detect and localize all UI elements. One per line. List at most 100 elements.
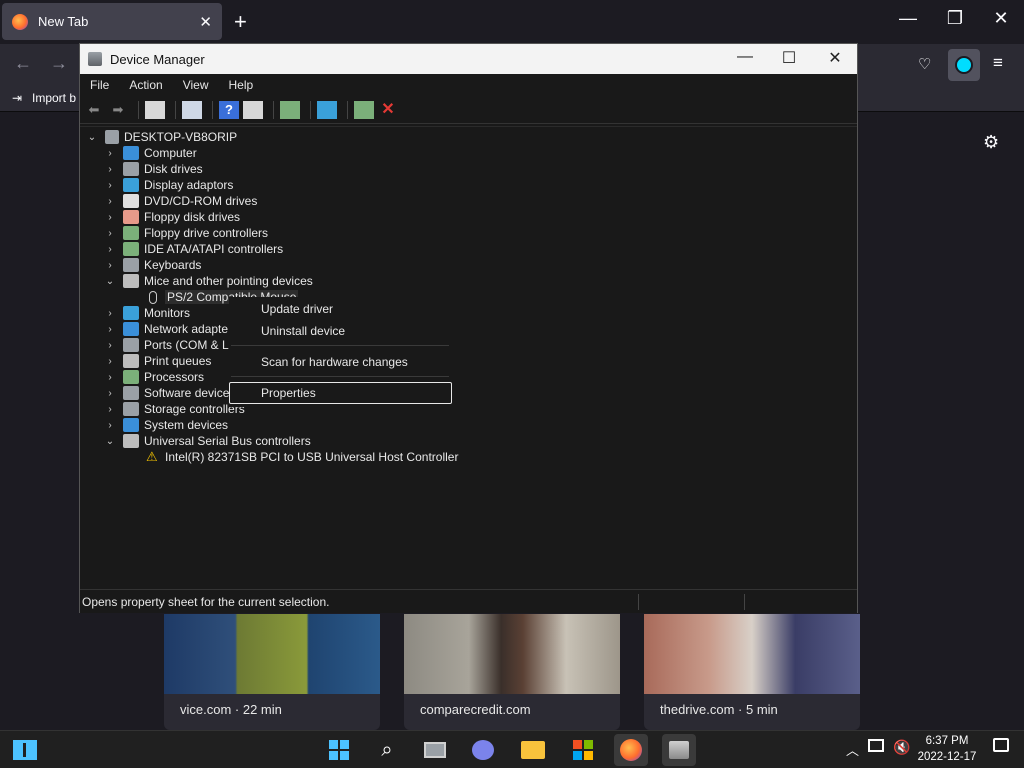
- chevron-up-icon[interactable]: ︿: [846, 740, 859, 759]
- story-card[interactable]: thedrive.com · 5 min: [644, 614, 860, 730]
- menu-file[interactable]: File: [90, 78, 109, 92]
- tree-node-label: Software device: [144, 386, 230, 400]
- action-pane-icon[interactable]: [243, 100, 263, 119]
- search-icon[interactable]: ⌕: [370, 734, 404, 766]
- tree-node[interactable]: › Floppy disk drives: [104, 209, 240, 225]
- tree-node[interactable]: › Processors: [104, 369, 204, 385]
- forward-icon[interactable]: ➡: [108, 101, 128, 119]
- volume-muted-icon[interactable]: 🔇: [893, 739, 910, 756]
- tree-child-node[interactable]: ⚠ Intel(R) 82371SB PCI to USB Universal H…: [146, 449, 458, 465]
- chevron-right-icon[interactable]: ›: [104, 212, 116, 223]
- menu-action[interactable]: Action: [129, 78, 162, 92]
- tree-node[interactable]: › Ports (COM & L: [104, 337, 229, 353]
- menu-item-scan-hardware[interactable]: Scan for hardware changes: [261, 355, 408, 369]
- menu-help[interactable]: Help: [229, 78, 254, 92]
- computer-icon: [105, 130, 119, 144]
- menu-icon[interactable]: ≡: [993, 53, 1003, 73]
- tree-node[interactable]: › Monitors: [104, 305, 190, 321]
- chevron-right-icon[interactable]: ›: [104, 420, 116, 431]
- add-driver-icon[interactable]: [354, 100, 374, 119]
- tree-node[interactable]: ⌄ Mice and other pointing devices: [104, 273, 313, 289]
- tree-node[interactable]: › Keyboards: [104, 257, 201, 273]
- store-icon[interactable]: [566, 734, 600, 766]
- chevron-right-icon[interactable]: ›: [104, 372, 116, 383]
- tab-new-tab[interactable]: New Tab ✕: [2, 3, 222, 40]
- properties-icon[interactable]: [182, 100, 202, 119]
- update-driver-icon[interactable]: [280, 100, 300, 119]
- firefox-taskbar-icon[interactable]: [614, 734, 648, 766]
- tree-node[interactable]: › Disk drives: [104, 161, 203, 177]
- maximize-button[interactable]: ☐: [774, 48, 804, 68]
- close-tab-icon[interactable]: ✕: [199, 13, 212, 31]
- chevron-right-icon[interactable]: ›: [104, 308, 116, 319]
- tree-node[interactable]: › Display adaptors: [104, 177, 233, 193]
- device-category-icon: [123, 162, 139, 176]
- menu-view[interactable]: View: [183, 78, 209, 92]
- chevron-right-icon[interactable]: ›: [104, 260, 116, 271]
- story-card[interactable]: comparecredit.com: [404, 614, 620, 730]
- back-icon[interactable]: ←: [14, 53, 32, 74]
- tree-node[interactable]: › Network adapte: [104, 321, 228, 337]
- minimize-button[interactable]: —: [730, 48, 760, 66]
- device-category-icon: [123, 274, 139, 288]
- tree-node[interactable]: › Software device: [104, 385, 229, 401]
- chevron-right-icon[interactable]: ›: [104, 196, 116, 207]
- status-divider: [744, 594, 745, 610]
- menu-item-uninstall-device[interactable]: Uninstall device: [261, 324, 345, 338]
- device-manager-window: Device Manager — ☐ ✕ File Action View He…: [79, 43, 858, 613]
- start-icon[interactable]: [322, 734, 356, 766]
- import-bookmarks-link[interactable]: Import b: [32, 91, 76, 105]
- chevron-right-icon[interactable]: ›: [104, 324, 116, 335]
- pocket-icon[interactable]: ♡: [918, 55, 931, 73]
- chevron-down-icon[interactable]: ⌄: [104, 436, 116, 447]
- device-category-icon: [123, 402, 139, 416]
- gear-icon[interactable]: ⚙: [983, 132, 999, 153]
- notification-icon[interactable]: [993, 738, 1009, 752]
- chevron-right-icon[interactable]: ›: [104, 388, 116, 399]
- toolbar-separator: [273, 100, 274, 119]
- tree-root[interactable]: ⌄ DESKTOP-VB8ORIP: [86, 129, 237, 145]
- chevron-right-icon[interactable]: ›: [104, 164, 116, 175]
- device-manager-taskbar-icon[interactable]: [662, 734, 696, 766]
- menu-item-properties[interactable]: Properties: [229, 382, 452, 404]
- file-explorer-icon[interactable]: [516, 734, 550, 766]
- widgets-icon[interactable]: [8, 734, 42, 766]
- tree-node[interactable]: › Computer: [104, 145, 197, 161]
- close-window-button[interactable]: ✕: [986, 8, 1016, 29]
- chevron-right-icon[interactable]: ›: [104, 404, 116, 415]
- tree-node[interactable]: › Storage controllers: [104, 401, 245, 417]
- tree-node[interactable]: › DVD/CD-ROM drives: [104, 193, 257, 209]
- chevron-right-icon[interactable]: ›: [104, 244, 116, 255]
- tree-node[interactable]: › Floppy drive controllers: [104, 225, 268, 241]
- close-button[interactable]: ✕: [820, 48, 850, 68]
- back-icon[interactable]: ⬅: [84, 101, 104, 119]
- chevron-down-icon[interactable]: ⌄: [86, 132, 98, 143]
- clock[interactable]: 6:37 PM 2022-12-17: [914, 733, 980, 765]
- scan-hardware-icon[interactable]: [317, 100, 337, 119]
- restore-button[interactable]: ❐: [940, 8, 970, 29]
- story-card[interactable]: vice.com · 22 min: [164, 614, 380, 730]
- chevron-down-icon[interactable]: ⌄: [104, 276, 116, 287]
- show-hide-console-tree-icon[interactable]: [145, 100, 165, 119]
- help-icon[interactable]: ?: [219, 100, 239, 119]
- tree-node-label: DVD/CD-ROM drives: [144, 194, 258, 208]
- tree-node[interactable]: ⌄ Universal Serial Bus controllers: [104, 433, 311, 449]
- chevron-right-icon[interactable]: ›: [104, 356, 116, 367]
- minimize-button[interactable]: —: [893, 8, 923, 29]
- tree-node[interactable]: › Print queues: [104, 353, 211, 369]
- uninstall-icon[interactable]: ✕: [378, 101, 398, 119]
- menu-item-update-driver[interactable]: Update driver: [261, 302, 333, 316]
- chevron-right-icon[interactable]: ›: [104, 180, 116, 191]
- tree-node[interactable]: › System devices: [104, 417, 228, 433]
- tree-node-label: Monitors: [144, 306, 191, 320]
- chat-icon[interactable]: [466, 734, 500, 766]
- forward-icon[interactable]: →: [50, 53, 68, 74]
- network-icon[interactable]: [868, 739, 884, 752]
- tree-node[interactable]: › IDE ATA/ATAPI controllers: [104, 241, 283, 257]
- chevron-right-icon[interactable]: ›: [104, 228, 116, 239]
- chevron-right-icon[interactable]: ›: [104, 148, 116, 159]
- account-button[interactable]: [948, 49, 980, 81]
- new-tab-button[interactable]: +: [234, 9, 247, 35]
- task-view-icon[interactable]: [418, 734, 452, 766]
- chevron-right-icon[interactable]: ›: [104, 340, 116, 351]
